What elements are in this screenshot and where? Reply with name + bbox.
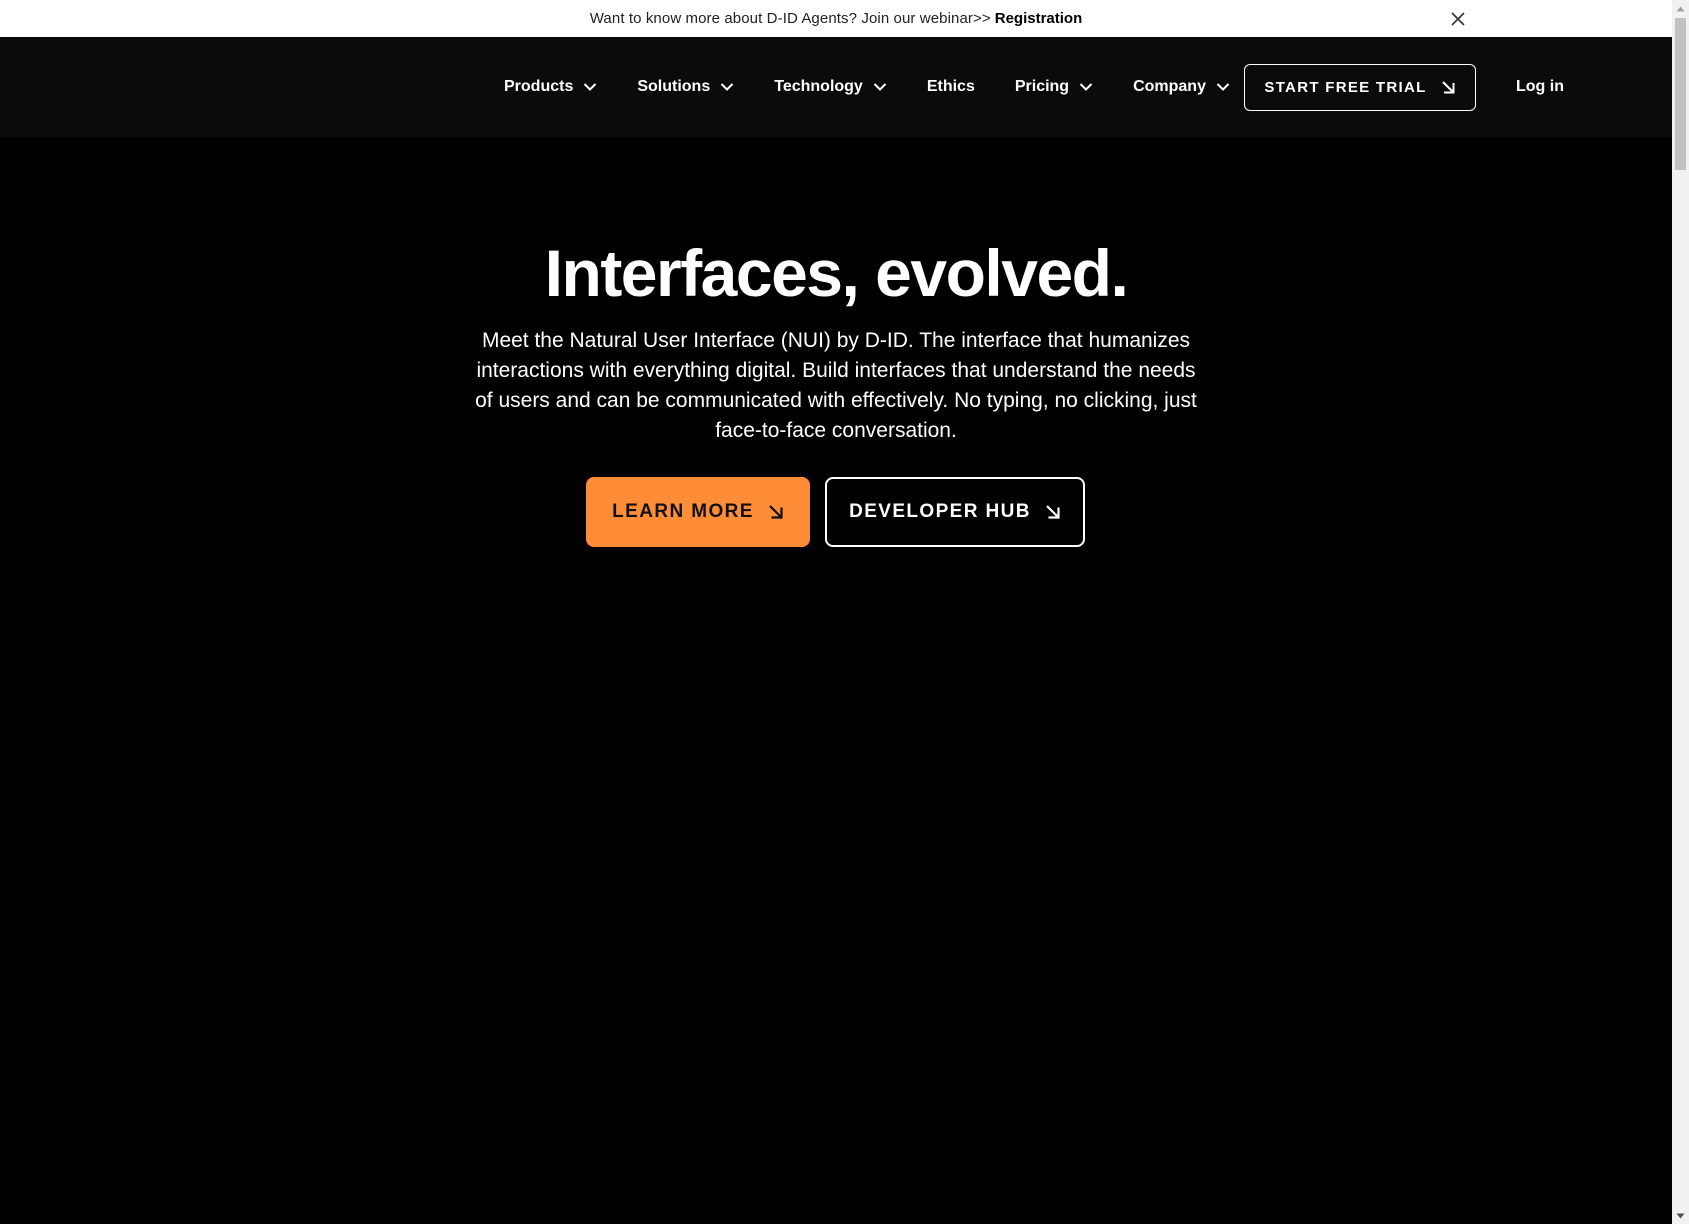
scroll-down-arrow-icon[interactable] — [1672, 1207, 1689, 1224]
nav-item-products[interactable]: Products — [504, 78, 597, 96]
hero-title: Interfaces, evolved. — [544, 236, 1129, 310]
scroll-up-arrow-icon[interactable] — [1672, 0, 1689, 17]
nav-item-label: Company — [1133, 78, 1206, 95]
close-icon[interactable] — [1448, 9, 1468, 29]
page: Want to know more about D-ID Agents? Joi… — [0, 0, 1689, 1224]
chevron-down-icon — [721, 83, 734, 91]
chevron-down-icon — [873, 83, 887, 91]
nav-item-label: Ethics — [926, 78, 975, 95]
chevron-down-icon — [1079, 83, 1093, 91]
cta-row: LEARN MORE DEVELOPER HUB — [586, 477, 1085, 547]
login-link[interactable]: Log in — [1516, 78, 1564, 96]
start-free-trial-button[interactable]: START FREE TRIAL — [1244, 64, 1476, 111]
scrollbar-thumb[interactable] — [1675, 18, 1686, 170]
nav-item-ethics[interactable]: Ethics — [927, 78, 975, 96]
nav-item-label: Pricing — [1014, 78, 1070, 95]
nav-item-label: Technology — [774, 78, 863, 95]
nav-item-solutions[interactable]: Solutions — [637, 78, 734, 96]
nav-item-label: Solutions — [637, 78, 711, 95]
nav-item-pricing[interactable]: Pricing — [1015, 78, 1093, 96]
nav-item-label: Products — [504, 78, 574, 95]
chevron-down-icon — [584, 83, 597, 91]
learn-more-label: LEARN MORE — [612, 501, 754, 522]
announcement-bar: Want to know more about D-ID Agents? Joi… — [0, 0, 1672, 37]
page-scrollbar[interactable] — [1672, 0, 1689, 1224]
nav-item-company[interactable]: Company — [1133, 78, 1230, 96]
learn-more-button[interactable]: LEARN MORE — [586, 477, 810, 547]
arrow-down-right-icon — [1046, 505, 1060, 519]
announcement-message: Want to know more about D-ID Agents? Joi… — [589, 10, 991, 27]
start-free-trial-label: START FREE TRIAL — [1264, 79, 1427, 96]
chevron-down-icon — [1216, 83, 1230, 91]
developer-hub-button[interactable]: DEVELOPER HUB — [825, 477, 1085, 547]
registration-link[interactable]: Registration — [995, 10, 1083, 27]
developer-hub-label: DEVELOPER HUB — [849, 501, 1031, 522]
nav-item-technology[interactable]: Technology — [774, 78, 887, 96]
hero-description: Meet the Natural User Interface (NUI) by… — [475, 329, 1197, 442]
arrow-down-right-icon — [769, 505, 783, 519]
arrow-down-right-icon — [1441, 81, 1455, 94]
main-nav: Products Solutions Technology Ethics Pri… — [0, 37, 1672, 137]
nav-menu: Products Solutions Technology Ethics Pri… — [504, 37, 1270, 137]
